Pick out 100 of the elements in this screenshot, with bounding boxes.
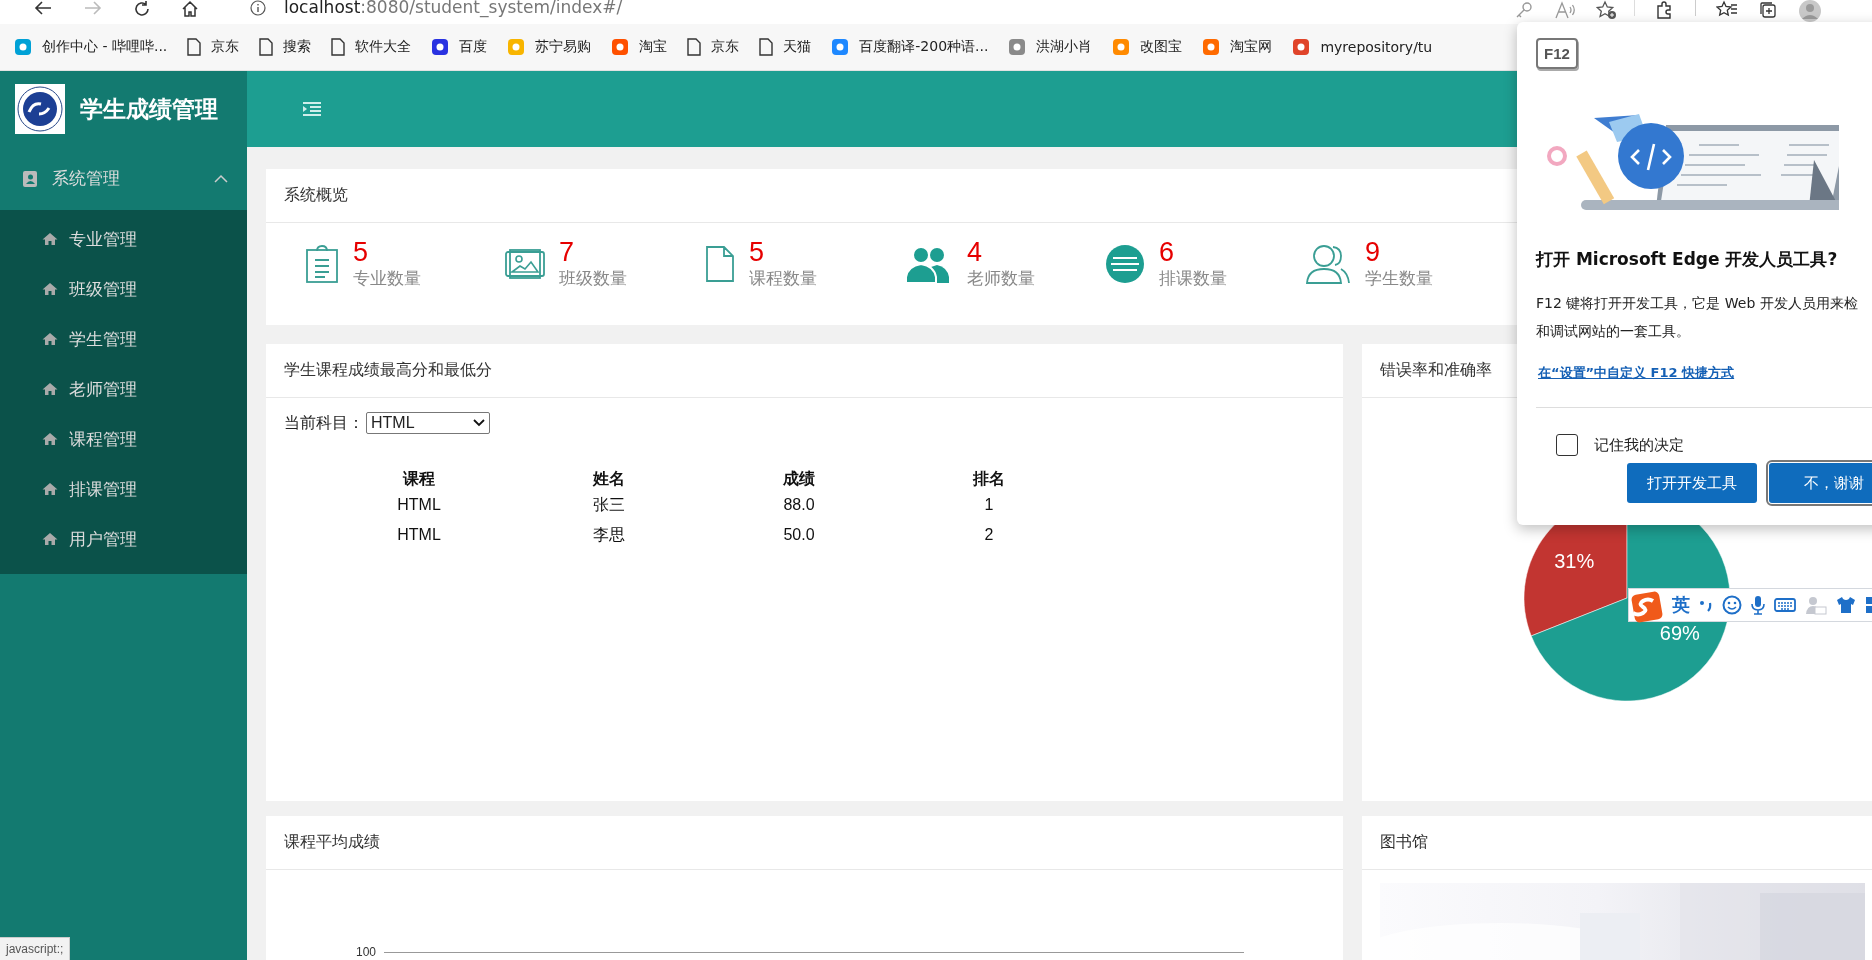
home-icon (42, 382, 58, 396)
info-icon[interactable] (250, 0, 266, 16)
read-aloud-icon[interactable] (1554, 0, 1576, 20)
menu-item[interactable]: 学生管理 (0, 314, 247, 364)
table-cell-text: 张三 (592, 494, 626, 515)
bookmark[interactable]: 苏宁易购 (507, 38, 592, 56)
document-icon (705, 244, 735, 283)
bookmark[interactable]: 洪湖小肖 (1008, 38, 1093, 56)
page-icon (187, 38, 202, 56)
subject-label: 当前科目： (284, 412, 364, 434)
card-title: 图书馆 (1362, 816, 1872, 870)
bookmark[interactable]: 淘宝网 (1202, 38, 1273, 56)
key-label: F12 (1536, 38, 1578, 69)
home-icon (42, 532, 58, 546)
stat-value: 6 (1159, 237, 1176, 267)
menu-item[interactable]: 用户管理 (0, 514, 247, 564)
page-icon (331, 38, 346, 56)
home-icon (42, 282, 58, 296)
bookmark[interactable]: 搜索 (259, 38, 312, 56)
stat-value: 4 (967, 237, 984, 267)
column-header: 课程 (401, 469, 436, 489)
page-icon (687, 38, 702, 56)
ime-logo-icon[interactable] (1631, 591, 1663, 623)
table-cell-text: 2 (983, 525, 995, 545)
contact-icon (22, 169, 38, 188)
subject-select[interactable]: HTML (366, 412, 490, 434)
stat-value: 9 (1365, 237, 1382, 267)
microphone-icon[interactable] (1751, 595, 1765, 615)
slice-label: 69% (1659, 621, 1700, 644)
keyboard-icon[interactable] (1774, 597, 1796, 613)
menu-item[interactable]: 专业管理 (0, 214, 247, 264)
refresh-icon[interactable] (133, 0, 151, 18)
dialog-text: 和调试网站的一套工具。 (1536, 322, 1691, 341)
home-icon[interactable] (181, 0, 199, 18)
home-icon (42, 432, 58, 446)
dialog-button[interactable]: 不，谢谢 (1769, 463, 1872, 503)
bookmark[interactable]: 百度翻译-200种语... (831, 38, 989, 56)
status-url: javascript:; (0, 937, 71, 960)
card-title: 学生课程成绩最高分和最低分 (266, 344, 1343, 398)
settings-link[interactable]: 在“设置”中自定义 F12 快捷方式 (1538, 364, 1735, 382)
stat-label: 学生数量 (1365, 267, 1433, 290)
axis-label: 100 (356, 945, 377, 959)
ime-mode[interactable]: 英 (1672, 593, 1690, 617)
list-circle-icon (1105, 243, 1145, 284)
menu-item[interactable]: 班级管理 (0, 264, 247, 314)
url-host: localhost (284, 0, 361, 17)
table-cell-text: 88.0 (782, 495, 816, 515)
dialog-title: 打开 Microsoft Edge 开发人员工具? (1536, 248, 1838, 271)
profile-icon[interactable] (1798, 0, 1822, 22)
dialog-button[interactable]: 打开开发工具 (1627, 463, 1757, 503)
stat-label: 课程数量 (749, 267, 817, 290)
menu-item[interactable]: 课程管理 (0, 414, 247, 464)
checkbox-label: 记住我的决定 (1594, 435, 1684, 455)
key-icon[interactable] (1514, 0, 1534, 20)
bookmark[interactable]: 创作中心 - 哔哩哔... (14, 38, 168, 56)
picture-icon (505, 248, 545, 279)
favorite-add-icon[interactable] (1596, 0, 1618, 20)
bookmark[interactable]: 京东 (187, 38, 240, 56)
column-header: 成绩 (782, 469, 816, 489)
smiley-icon[interactable] (1722, 595, 1742, 615)
caret-icon (473, 419, 485, 427)
back-icon[interactable] (33, 0, 53, 16)
table-cell-text: HTML (396, 525, 442, 545)
table-cell-text: 李思 (592, 524, 626, 545)
people-icon (1305, 242, 1351, 285)
card-title: 课程平均成绩 (266, 816, 1343, 870)
school-logo (15, 84, 65, 134)
bookmark[interactable]: 淘宝 (611, 38, 668, 56)
menu-group[interactable]: 系统管理 (0, 147, 247, 210)
bookmark[interactable]: 百度 (431, 38, 488, 56)
slice-label: 31% (1554, 550, 1595, 573)
table-cell-text: 50.0 (782, 525, 816, 545)
checkbox[interactable] (1556, 434, 1578, 456)
menu-fold-icon[interactable] (302, 101, 322, 117)
column-header: 姓名 (591, 469, 626, 489)
stat-label: 班级数量 (559, 267, 627, 290)
clipboard-icon (305, 243, 339, 284)
bookmark[interactable]: 天猫 (759, 38, 812, 56)
stat-label: 老师数量 (967, 267, 1035, 290)
stat-label: 排课数量 (1159, 267, 1227, 290)
page-icon (259, 38, 274, 56)
url-path: :8080/student_system/index#/ (360, 0, 623, 17)
home-icon (42, 482, 58, 496)
table-cell-text: HTML (396, 495, 442, 515)
column-header: 排名 (971, 469, 1006, 489)
menu-item[interactable]: 老师管理 (0, 364, 247, 414)
stat-value: 5 (749, 237, 766, 267)
shirt-icon[interactable] (1836, 596, 1856, 614)
menu-item[interactable]: 排课管理 (0, 464, 247, 514)
page-icon (759, 38, 774, 56)
stat-value: 7 (559, 237, 576, 267)
bookmark[interactable]: 京东 (687, 38, 740, 56)
bookmark[interactable]: 改图宝 (1112, 38, 1183, 56)
dialog-text: F12 键将打开开发工具，它是 Web 开发人员用来检 (1536, 294, 1858, 313)
stat-value: 5 (353, 237, 370, 267)
collections-icon[interactable] (1758, 0, 1778, 20)
bookmark[interactable]: myrepository/tu (1292, 38, 1433, 56)
home-icon (42, 332, 58, 346)
table-cell-text: 1 (983, 495, 995, 515)
bookmark[interactable]: 软件大全 (331, 38, 412, 56)
